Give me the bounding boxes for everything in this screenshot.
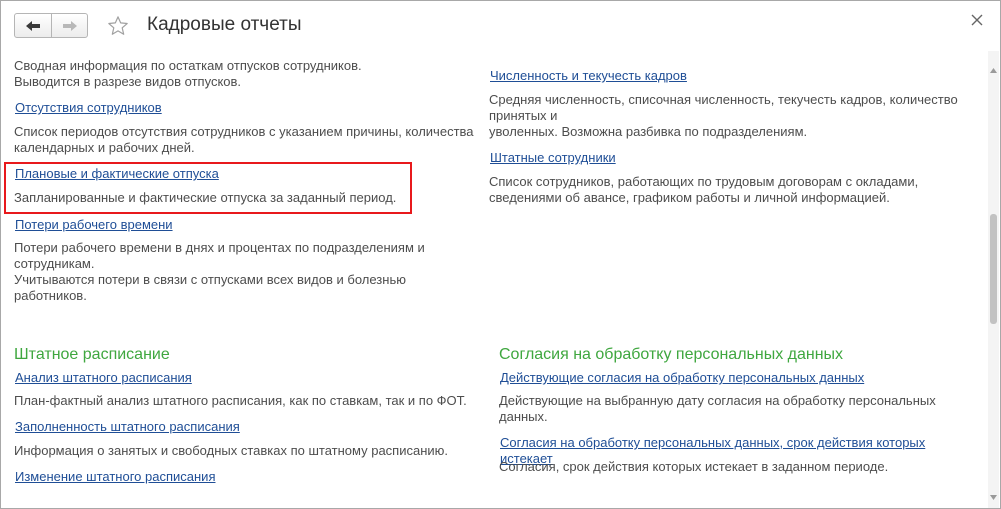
absences-description: Список периодов отсутствия сотрудников с… (14, 124, 484, 156)
navigation-buttons (14, 13, 88, 38)
vertical-scrollbar[interactable] (988, 51, 999, 508)
scroll-down-button[interactable] (988, 490, 999, 504)
description-line: Потери рабочего времени в днях и процент… (14, 240, 425, 255)
report-window: Кадровые отчеты Сводная информация по ос… (0, 0, 1001, 509)
description-line: принятых и (489, 108, 558, 123)
consent-active-link[interactable]: Действующие согласия на обработку персон… (500, 370, 864, 386)
description-line: календарных и рабочих дней. (14, 140, 195, 155)
time-losses-report-link[interactable]: Потери рабочего времени (15, 217, 173, 233)
back-button[interactable] (15, 14, 51, 37)
description-line: Учитываются потери в связи с отпусками в… (14, 272, 406, 287)
consent-section-title: Согласия на обработку персональных данны… (499, 346, 844, 363)
description-line: Список сотрудников, работающих по трудов… (489, 174, 919, 189)
staffing-analysis-description: План-фактный анализ штатного расписания,… (14, 393, 467, 408)
description-line: Действующие на выбранную дату согласия н… (499, 393, 936, 408)
headcount-report-link[interactable]: Численность и текучесть кадров (490, 68, 687, 84)
staffing-fill-description: Информация о занятых и свободных ставках… (14, 443, 449, 458)
time-losses-description: Потери рабочего времени в днях и процент… (14, 240, 474, 304)
close-icon[interactable] (971, 14, 983, 26)
consent-active-description: Действующие на выбранную дату согласия н… (499, 393, 969, 425)
description-line: уволенных. Возможна разбивка по подразде… (489, 124, 808, 139)
description-line: Средняя численность, списочная численнос… (489, 92, 958, 107)
staffing-fill-link[interactable]: Заполненность штатного расписания (15, 419, 240, 435)
window-header: Кадровые отчеты (1, 1, 1000, 49)
description-line: сведениями об авансе, графиком работы и … (489, 190, 890, 205)
staff-employees-link[interactable]: Штатные сотрудники (490, 150, 616, 166)
highlight-frame (4, 162, 412, 214)
star-icon[interactable] (107, 15, 129, 37)
forward-button[interactable] (51, 14, 87, 37)
chevron-up-icon (990, 67, 997, 73)
description-line: данных. (499, 409, 548, 424)
staffing-analysis-link[interactable]: Анализ штатного расписания (15, 370, 192, 386)
staffing-section-title: Штатное расписание (14, 346, 170, 363)
intro-description: Сводная информация по остаткам отпусков … (14, 58, 474, 90)
scroll-thumb[interactable] (990, 214, 997, 324)
consent-expiring-description: Согласия, срок действия которых истекает… (499, 459, 889, 474)
description-line: Список периодов отсутствия сотрудников с… (14, 124, 474, 139)
absences-report-link[interactable]: Отсутствия сотрудников (15, 100, 162, 116)
staffing-change-link[interactable]: Изменение штатного расписания (15, 469, 215, 485)
scroll-up-button[interactable] (988, 63, 999, 77)
chevron-down-icon (990, 494, 997, 500)
headcount-description: Средняя численность, списочная численнос… (489, 92, 979, 140)
staff-employees-description: Список сотрудников, работающих по трудов… (489, 174, 979, 206)
arrow-left-icon (26, 20, 40, 31)
description-line: Выводится в разрезе видов отпусков. (14, 74, 242, 89)
page-title: Кадровые отчеты (147, 14, 302, 35)
description-line: сотрудникам. (14, 256, 95, 271)
description-line: Сводная информация по остаткам отпусков … (14, 58, 362, 73)
arrow-right-icon (62, 20, 77, 31)
report-content: Сводная информация по остаткам отпусков … (1, 51, 989, 508)
description-line: работников. (14, 288, 87, 303)
